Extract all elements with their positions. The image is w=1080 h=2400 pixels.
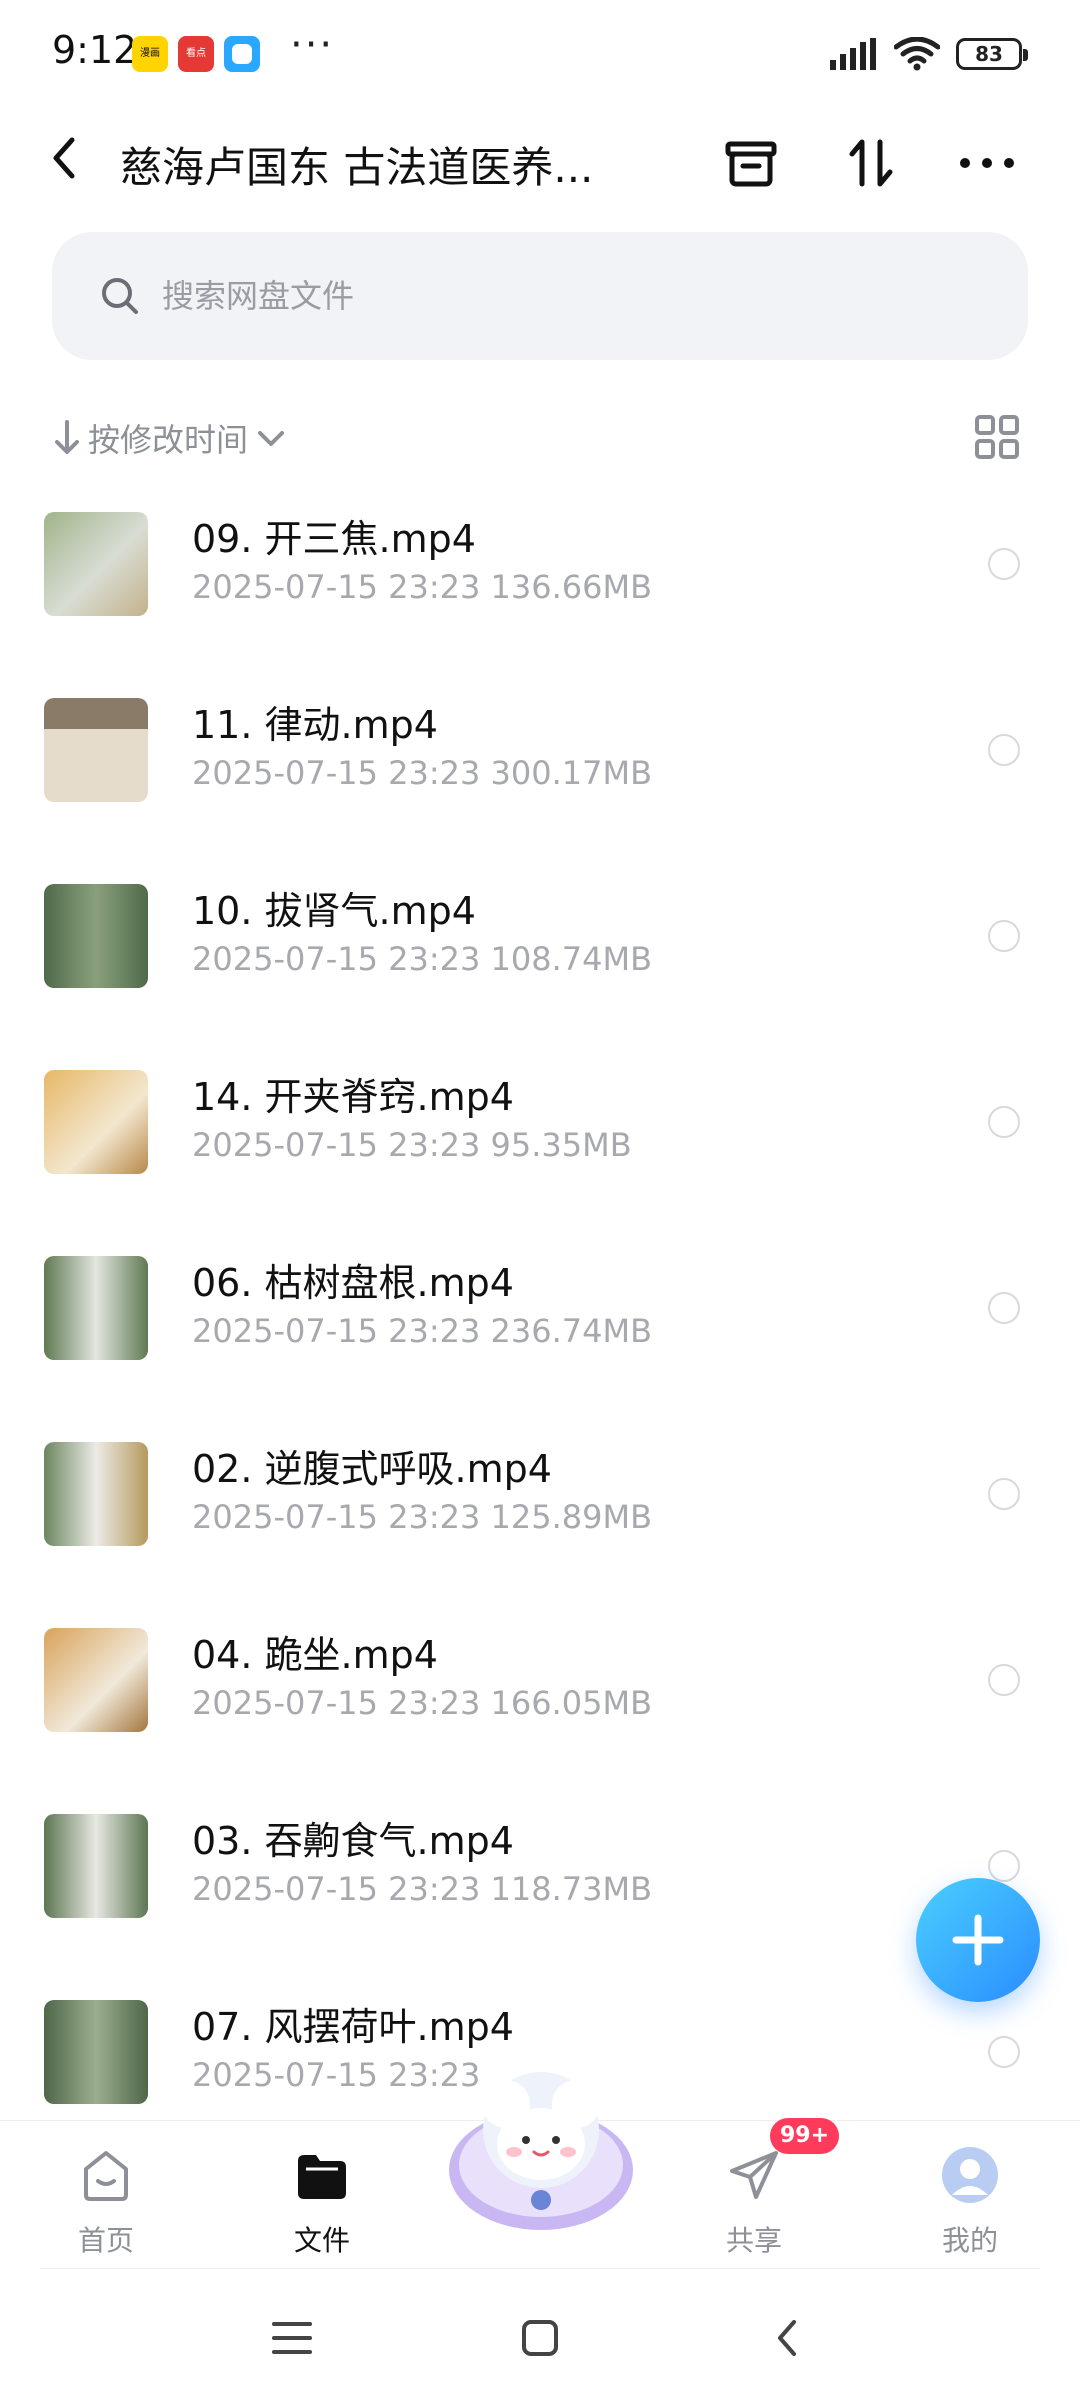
mascot-assistant-icon[interactable] [436,2060,646,2240]
file-row[interactable]: 09. 开三焦.mp4 2025-07-15 23:23 136.66MB [0,500,1080,686]
status-time: 9:12 [52,28,138,72]
select-radio[interactable] [988,1106,1020,1138]
video-thumbnail [44,1442,148,1546]
header: 慈海卢国东 古法道医养... [0,110,1080,216]
video-thumbnail [44,2000,148,2104]
more-icon[interactable] [952,128,1022,198]
file-list: 09. 开三焦.mp4 2025-07-15 23:23 136.66MB 11… [0,500,1080,2110]
nav-profile-label: 我的 [941,2224,998,2257]
video-thumbnail [44,1256,148,1360]
app-icon-2: 看点 [178,36,214,72]
nav-profile[interactable]: 我的 [900,2131,1040,2261]
back-icon[interactable] [36,128,96,188]
file-row[interactable]: 04. 跪坐.mp4 2025-07-15 23:23 166.05MB [0,1616,1080,1802]
nav-home[interactable]: 首页 [36,2131,176,2261]
sort-icon[interactable] [836,128,906,198]
chevron-down-icon [258,431,285,446]
video-thumbnail [44,698,148,802]
file-name: 10. 拔肾气.mp4 [192,889,476,933]
select-radio[interactable] [988,2036,1020,2068]
file-row[interactable]: 10. 拔肾气.mp4 2025-07-15 23:23 108.74MB [0,872,1080,1058]
home-square-icon[interactable] [512,2310,568,2366]
paper-plane-icon [730,2151,778,2199]
system-nav [0,2270,1080,2400]
nav-home-label: 首页 [77,2224,134,2257]
file-name: 14. 开夹脊窍.mp4 [192,1075,514,1119]
file-meta: 2025-07-15 23:23 118.73MB [192,1870,653,1908]
file-meta: 2025-07-15 23:23 125.89MB [192,1498,653,1536]
share-badge: 99+ [770,2118,840,2154]
file-meta: 2025-07-15 23:23 136.66MB [192,568,653,606]
select-radio[interactable] [988,548,1020,580]
sort-selector[interactable]: 按修改时间 [52,410,288,466]
folder-icon [298,2155,346,2199]
file-name: 07. 风摆荷叶.mp4 [192,2005,514,2049]
page-title: 慈海卢国东 古法道医养... [120,143,594,192]
select-radio[interactable] [988,734,1020,766]
wifi-icon [894,37,940,71]
app-icon-1: 漫画 [132,36,168,72]
search-bar[interactable] [52,232,1028,360]
video-thumbnail [44,1070,148,1174]
file-row[interactable]: 02. 逆腹式呼吸.mp4 2025-07-15 23:23 125.89MB [0,1430,1080,1616]
archive-icon[interactable] [716,128,786,198]
file-name: 04. 跪坐.mp4 [192,1633,438,1677]
select-radio[interactable] [988,920,1020,952]
file-row[interactable]: 06. 枯树盘根.mp4 2025-07-15 23:23 236.74MB [0,1244,1080,1430]
signal-icon [830,38,876,70]
plus-icon [952,1914,1004,1966]
nav-share-label: 共享 [725,2224,782,2257]
file-name: 11. 律动.mp4 [192,703,438,747]
file-meta: 2025-07-15 23:23 166.05MB [192,1684,653,1722]
video-thumbnail [44,884,148,988]
menu-icon[interactable] [264,2310,320,2366]
sort-label: 按修改时间 [88,421,249,459]
file-row[interactable]: 11. 律动.mp4 2025-07-15 23:23 300.17MB [0,686,1080,872]
status-bar: 9:12 漫画 看点 ··· 83 [0,0,1080,110]
search-input[interactable] [162,270,982,322]
video-thumbnail [44,512,148,616]
status-more-icon: ··· [290,22,335,68]
nav-files[interactable]: 文件 [252,2131,392,2261]
grid-view-icon[interactable] [972,412,1022,462]
select-radio[interactable] [988,1292,1020,1324]
file-meta: 2025-07-15 23:23 300.17MB [192,754,653,792]
select-radio[interactable] [988,1478,1020,1510]
app-icon-3 [224,36,260,72]
arrow-down-icon [55,420,79,454]
video-thumbnail [44,1628,148,1732]
file-name: 06. 枯树盘根.mp4 [192,1261,514,1305]
back-triangle-icon[interactable] [760,2310,816,2366]
add-button[interactable] [916,1878,1040,2002]
file-meta: 2025-07-15 23:23 95.35MB [192,1126,632,1164]
file-meta: 2025-07-15 23:23 236.74MB [192,1312,653,1350]
file-meta: 2025-07-15 23:23 108.74MB [192,940,653,978]
nav-divider [40,2268,1040,2269]
status-indicators: 83 [830,34,1028,74]
file-name: 03. 吞齁食气.mp4 [192,1819,514,1863]
file-name: 02. 逆腹式呼吸.mp4 [192,1447,552,1491]
search-icon [102,278,138,314]
nav-files-label: 文件 [293,2224,350,2257]
home-icon [84,2151,128,2201]
select-radio[interactable] [988,1664,1020,1696]
file-name: 09. 开三焦.mp4 [192,517,476,561]
video-thumbnail [44,1814,148,1918]
battery-indicator: 83 [956,38,1028,70]
file-row[interactable]: 14. 开夹脊窍.mp4 2025-07-15 23:23 95.35MB [0,1058,1080,1244]
avatar-icon [942,2147,998,2203]
